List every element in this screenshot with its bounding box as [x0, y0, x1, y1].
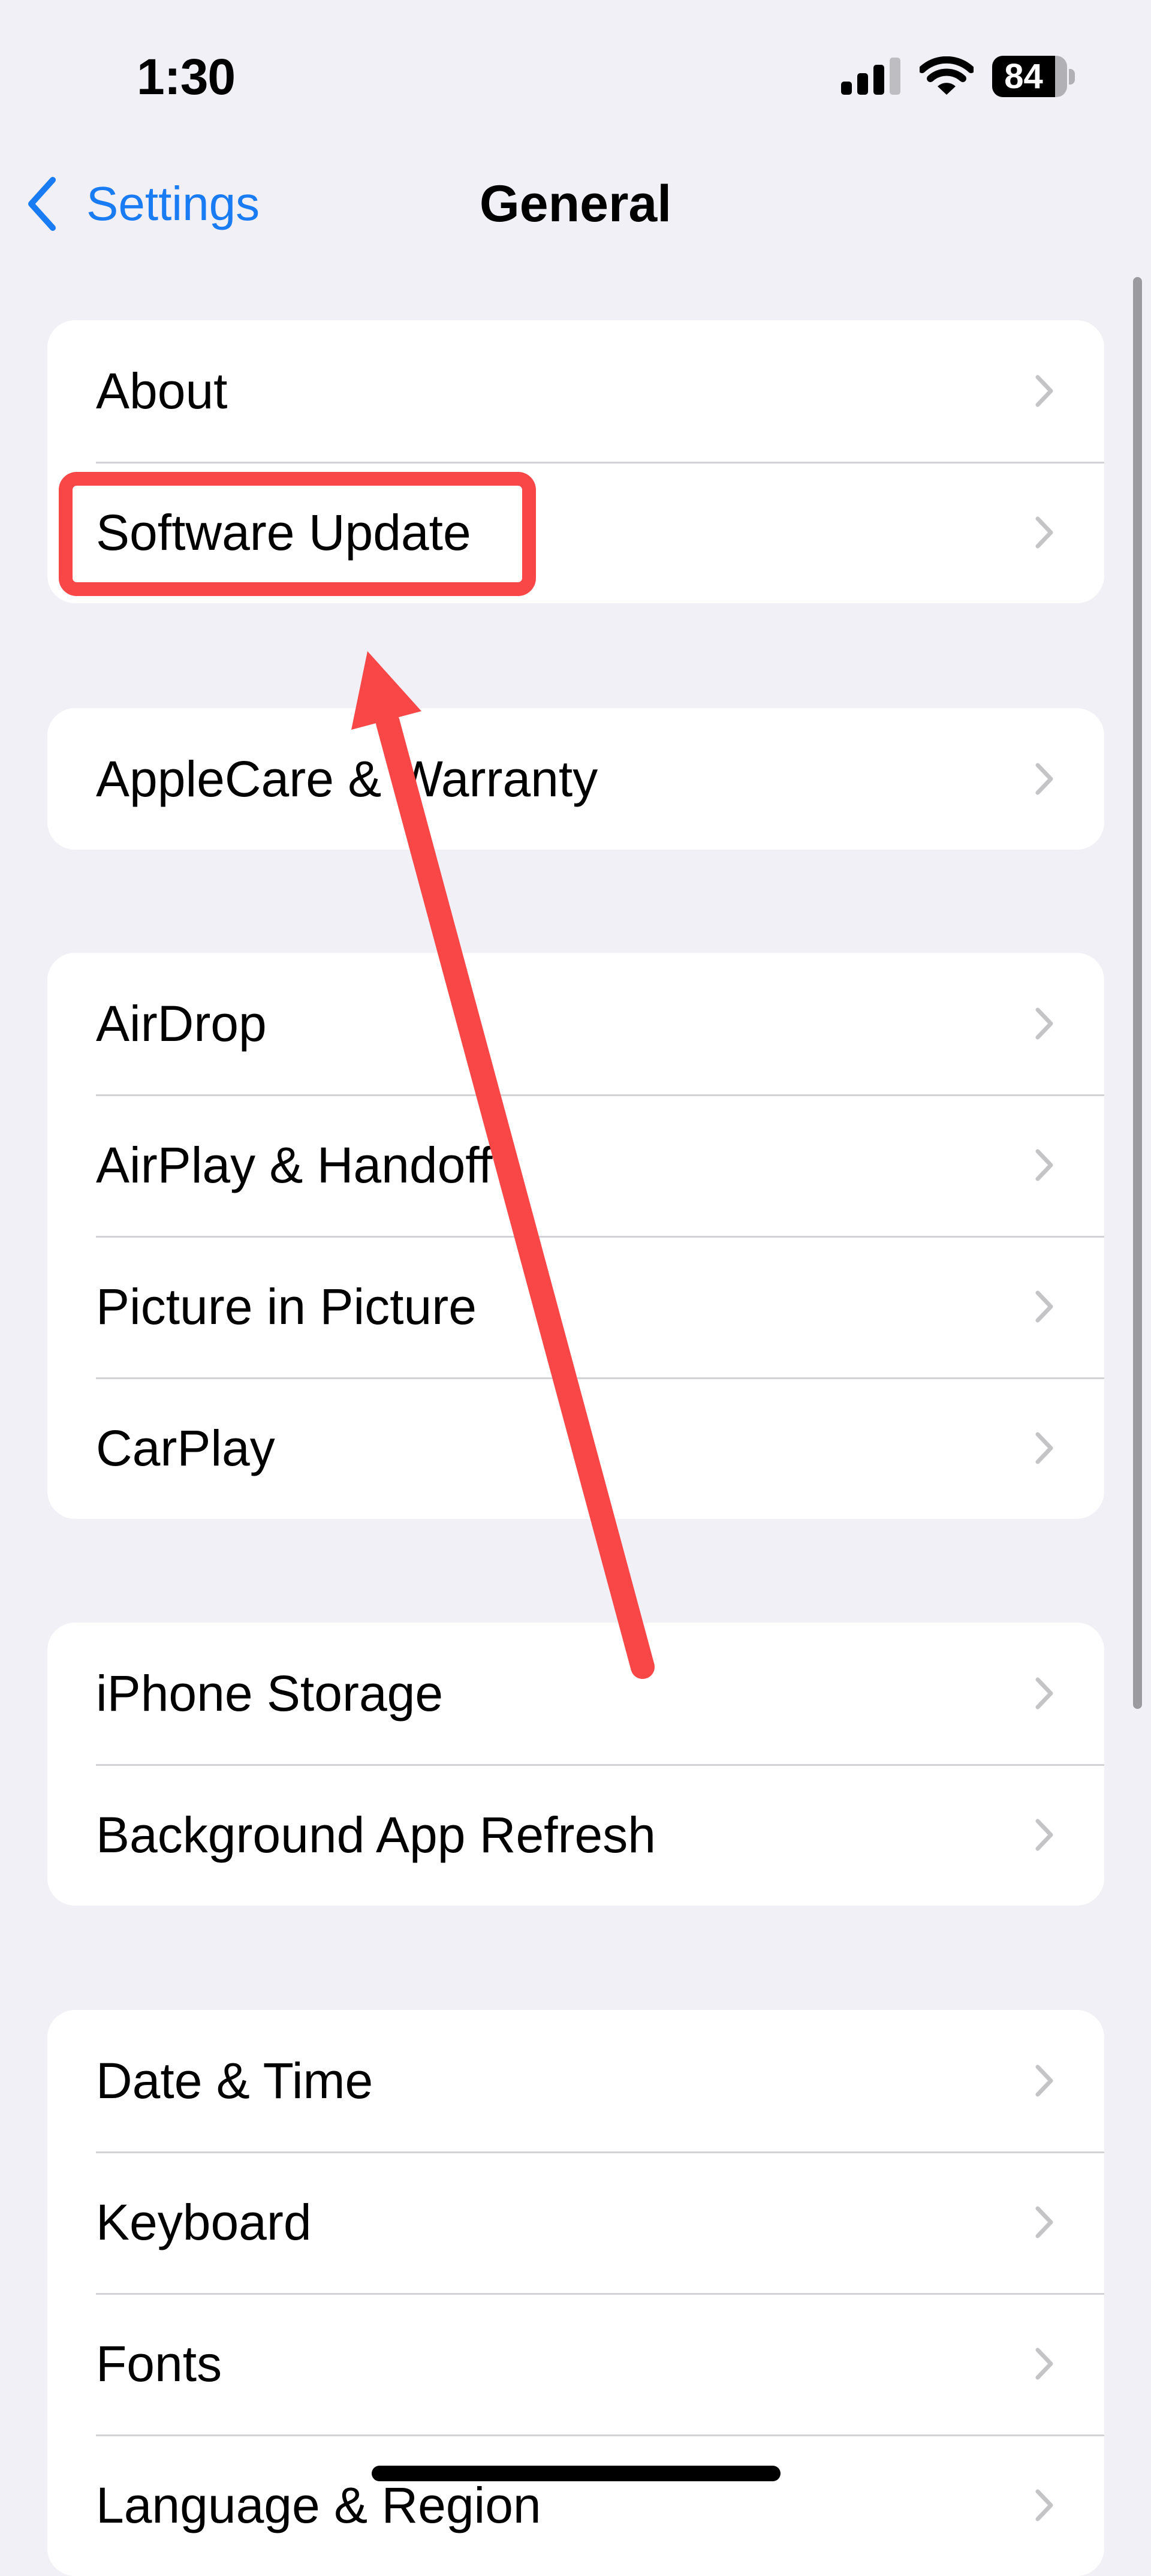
list-item-label: AppleCare & Warranty: [96, 751, 598, 807]
list-item-label: About: [96, 363, 228, 419]
list-item-carplay[interactable]: CarPlay: [47, 1377, 1104, 1519]
list-item-airplay-and-handoff[interactable]: AirPlay & Handoff: [47, 1094, 1104, 1236]
list-item-label: Date & Time: [96, 2053, 373, 2109]
page-title: General: [479, 175, 672, 233]
wifi-icon: [920, 56, 974, 95]
list-item-label: Fonts: [96, 2336, 222, 2392]
list-item-label: Software Update: [96, 504, 471, 561]
list-item-picture-in-picture[interactable]: Picture in Picture: [47, 1236, 1104, 1377]
chevron-right-icon: [1035, 1432, 1053, 1464]
list-item-fonts[interactable]: Fonts: [47, 2293, 1104, 2434]
chevron-right-icon: [1035, 2065, 1053, 2097]
list-item-label: AirPlay & Handoff: [96, 1137, 493, 1193]
list-item-iphone-storage[interactable]: iPhone Storage: [47, 1623, 1104, 1764]
list-item-label: iPhone Storage: [96, 1665, 444, 1722]
cellular-signal-icon: [841, 58, 901, 95]
list-item-label: Background App Refresh: [96, 1807, 656, 1863]
list-item-language-and-region[interactable]: Language & Region: [47, 2434, 1104, 2576]
status-time: 1:30: [137, 49, 236, 105]
chevron-right-icon: [1035, 1677, 1053, 1710]
signal-bar: [857, 73, 868, 95]
chevron-right-icon: [1035, 1007, 1053, 1040]
list-item-applecare-and-warranty[interactable]: AppleCare & Warranty: [47, 708, 1104, 850]
battery-percent: 84: [1004, 57, 1043, 96]
list-item-label: Keyboard: [96, 2194, 312, 2250]
list-item-airdrop[interactable]: AirDrop: [47, 953, 1104, 1094]
list-item-label: AirDrop: [96, 995, 267, 1052]
chevron-right-icon: [1035, 1290, 1053, 1323]
list-item-background-app-refresh[interactable]: Background App Refresh: [47, 1764, 1104, 1906]
settings-group: iPhone Storage Background App Refresh: [47, 1623, 1104, 1906]
settings-group: About Software Update: [47, 320, 1104, 603]
signal-bar: [890, 58, 900, 95]
chevron-right-icon: [1035, 1819, 1053, 1851]
chevron-right-icon: [1035, 1149, 1053, 1181]
chevron-right-icon: [1035, 2206, 1053, 2238]
battery-icon: 84: [992, 56, 1067, 97]
settings-group: Date & Time Keyboard Fonts Language & Re…: [47, 2010, 1104, 2576]
list-item-about[interactable]: About: [47, 320, 1104, 462]
chevron-right-icon: [1035, 375, 1053, 407]
settings-group: AirDrop AirPlay & Handoff Picture in Pic…: [47, 953, 1104, 1519]
signal-bar: [873, 65, 884, 95]
signal-bar: [841, 82, 852, 95]
list-item-date-and-time[interactable]: Date & Time: [47, 2010, 1104, 2151]
chevron-right-icon: [1035, 2489, 1053, 2521]
battery-nub: [1069, 69, 1075, 85]
chevron-right-icon: [1035, 2348, 1053, 2380]
chevron-right-icon: [1035, 516, 1053, 549]
list-item-keyboard[interactable]: Keyboard: [47, 2151, 1104, 2293]
home-indicator[interactable]: [372, 2466, 781, 2481]
list-item-label: Language & Region: [96, 2477, 541, 2533]
list-item-label: Picture in Picture: [96, 1278, 477, 1335]
chevron-right-icon: [1035, 763, 1053, 795]
settings-group: AppleCare & Warranty: [47, 708, 1104, 850]
list-item-label: CarPlay: [96, 1420, 275, 1476]
scrollbar[interactable]: [1133, 277, 1142, 1709]
list-item-software-update[interactable]: Software Update: [47, 462, 1104, 603]
